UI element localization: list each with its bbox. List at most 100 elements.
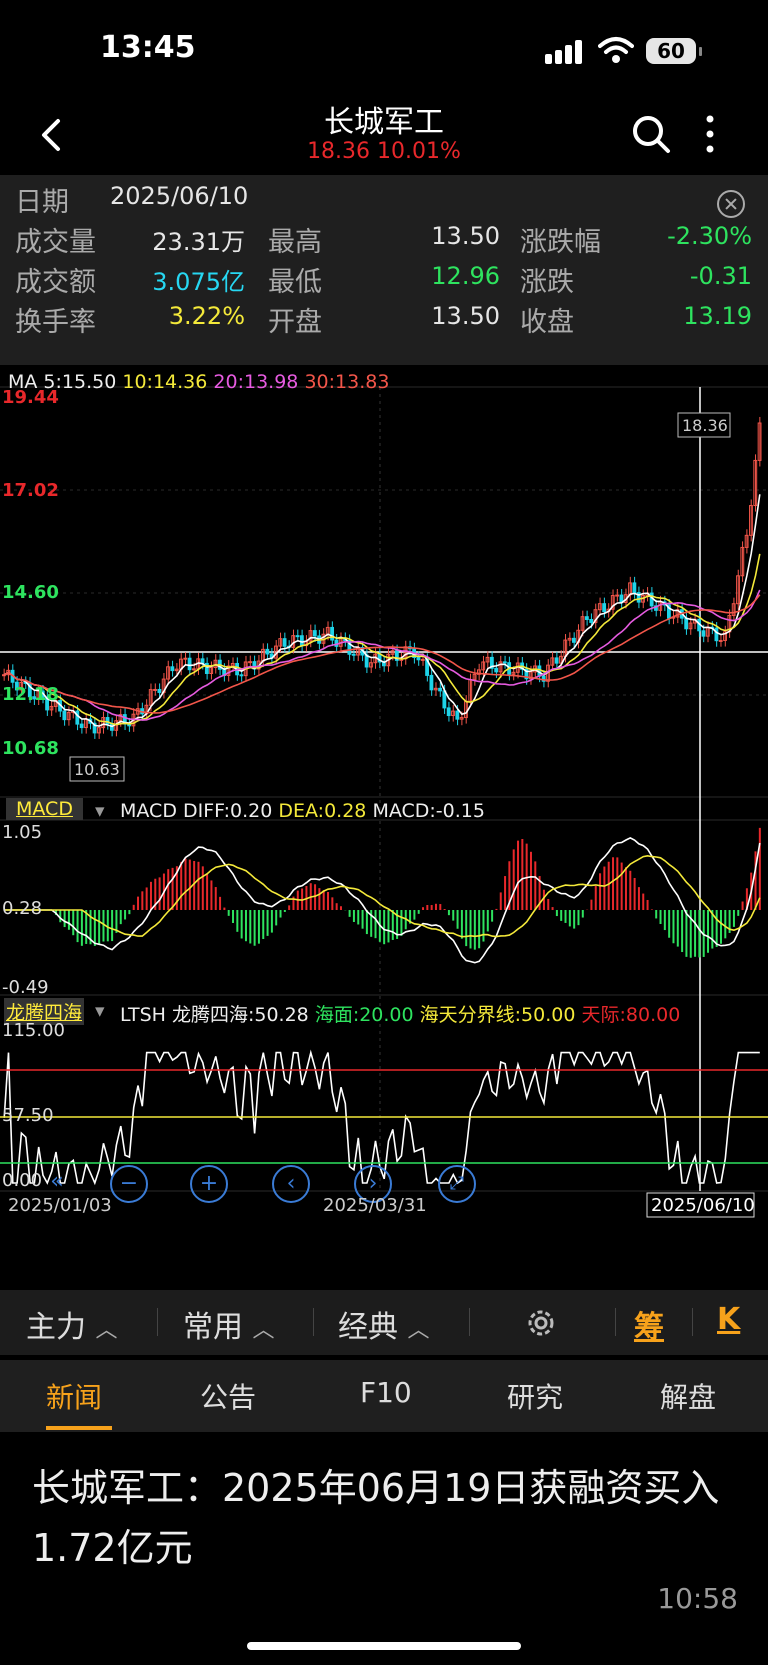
- ltsh-axis-label: 0.00: [2, 1170, 43, 1191]
- moving-average-series: [3, 494, 761, 728]
- candlestick-series: [2, 416, 762, 739]
- chevron-up-icon: ︿: [407, 1318, 430, 1343]
- chou-button[interactable]: 筹: [634, 1302, 664, 1346]
- status-time: 13:45: [100, 30, 196, 65]
- info-value: -0.31: [689, 262, 752, 290]
- news-list: 长城军工：2025年06月19日获融资买入1.72亿元 10:58: [0, 1432, 768, 1665]
- tab-f10[interactable]: F10: [360, 1376, 412, 1409]
- ma-legend: MA 5:15.50 10:14.36 20:13.98 30:13.83: [8, 371, 389, 393]
- candle-body: [684, 617, 689, 630]
- ltsh-legend: LTSH 龙腾四海:50.28 海面:20.00 海天分界线:50.00 天际:…: [120, 1000, 680, 1027]
- macd-axis-label: 0.28: [2, 898, 43, 919]
- ltsh-haimian: 海面:20.00: [314, 1004, 414, 1026]
- info-label: 涨跌: [520, 267, 574, 298]
- news-item-time: 10:58: [657, 1582, 738, 1615]
- macd-value: MACD:-0.15: [372, 800, 485, 822]
- macd-dea: DEA:0.28: [278, 800, 367, 822]
- tab-analysis[interactable]: 解盘: [660, 1376, 716, 1416]
- candle-body: [584, 616, 589, 620]
- divider: [313, 1308, 314, 1336]
- divider: [469, 1308, 470, 1336]
- candle-body: [187, 657, 192, 671]
- zhuli-button[interactable]: 主力 ︿: [26, 1302, 118, 1346]
- price-axis-label: 14.60: [2, 582, 59, 603]
- scroll-left-icon[interactable]: ‹: [272, 1165, 310, 1203]
- candle-body: [589, 618, 594, 623]
- macd-axis-label: 1.05: [2, 822, 43, 843]
- macd-diff: MACD DIFF:0.20: [120, 800, 273, 822]
- ltsh-haitian: 海天分界线:50.00: [419, 1004, 576, 1026]
- tab-news[interactable]: 新闻: [46, 1376, 102, 1416]
- jingdian-button[interactable]: 经典 ︿: [338, 1302, 430, 1346]
- price-axis-label: 19.44: [2, 387, 59, 408]
- info-label: 涨跌幅: [520, 227, 601, 258]
- status-bar: 13:45 60: [0, 0, 768, 100]
- candle-body: [62, 710, 67, 721]
- candle-body: [446, 707, 451, 717]
- last-price-tag: 18.36: [682, 416, 728, 435]
- zoom-in-icon[interactable]: +: [190, 1165, 228, 1203]
- search-icon[interactable]: [630, 113, 672, 155]
- macd-dea-line: [4, 854, 761, 938]
- kline-chart[interactable]: MA 5:15.50 10:14.36 20:13.98 30:13.83 19…: [0, 365, 768, 1290]
- home-indicator: [247, 1642, 521, 1650]
- candle-body: [295, 635, 300, 638]
- info-value: 3.22%: [168, 302, 245, 330]
- tab-research[interactable]: 研究: [507, 1376, 563, 1416]
- fullscreen-icon[interactable]: ⤢: [438, 1165, 476, 1203]
- active-tab-indicator: [46, 1426, 112, 1430]
- x-axis-date: 2025/01/03: [8, 1195, 112, 1216]
- price-axis-label: 12.18: [2, 684, 59, 705]
- jingdian-label: 经典: [338, 1310, 398, 1345]
- k-button[interactable]: K: [717, 1302, 740, 1337]
- candle-body: [183, 657, 188, 660]
- candle-body: [632, 582, 637, 594]
- ltsh-dropdown-icon[interactable]: ▾: [95, 1000, 105, 1022]
- candle-body: [502, 661, 507, 664]
- candle-body: [265, 648, 270, 655]
- macd-series: [4, 827, 761, 964]
- info-value: 12.96: [431, 262, 500, 290]
- nav-bar: 长城军工 18.36 10.01%: [0, 95, 768, 175]
- ltsh-axis-label: 57.50: [2, 1105, 54, 1126]
- macd-axis-label: -0.49: [2, 977, 49, 998]
- info-label: 最高: [268, 227, 322, 258]
- wifi-icon: [598, 37, 634, 63]
- candle-body: [429, 674, 434, 691]
- info-label: 成交量: [15, 227, 96, 258]
- candle-body: [248, 661, 252, 664]
- news-item-title[interactable]: 长城军工：2025年06月19日获融资买入1.72亿元: [32, 1458, 742, 1578]
- ma30-value: 30:13.83: [304, 371, 390, 393]
- candle-body: [455, 710, 460, 720]
- candle-body: [718, 639, 723, 642]
- zoom-out-icon[interactable]: −: [110, 1165, 148, 1203]
- ma10-line: [3, 553, 761, 726]
- close-icon[interactable]: [717, 190, 745, 218]
- price-axis-label: 10.68: [2, 738, 59, 759]
- candle-body: [602, 603, 607, 613]
- macd-dropdown-icon[interactable]: ▾: [95, 800, 105, 822]
- candle-body: [554, 657, 559, 664]
- divider: [615, 1308, 616, 1336]
- info-label: 成交额: [15, 267, 96, 298]
- tab-announcement[interactable]: 公告: [200, 1376, 256, 1416]
- crosshair-date: 2025/06/10: [651, 1195, 755, 1216]
- cellular-signal-icon: [545, 40, 582, 64]
- candle-body: [494, 667, 499, 673]
- zhuli-label: 主力: [26, 1310, 86, 1345]
- candle-body: [701, 630, 706, 637]
- candle-body: [615, 594, 620, 597]
- date-value: 2025/06/10: [110, 182, 249, 210]
- chevron-up-icon: ︿: [95, 1318, 118, 1343]
- quote-info-panel: 日期 2025/06/10 成交量 23.31万 最高 13.50 涨跌幅 -2…: [0, 175, 768, 365]
- changyong-button[interactable]: 常用 ︿: [183, 1302, 275, 1346]
- ltsh-tianji: 天际:80.00: [581, 1004, 681, 1026]
- more-menu-icon[interactable]: [700, 113, 720, 155]
- info-value: 23.31万: [152, 228, 245, 256]
- gear-icon[interactable]: [524, 1306, 558, 1340]
- macd-indicator-tag[interactable]: MACD: [6, 798, 83, 820]
- price-axis-label: 17.02: [2, 480, 59, 501]
- macd-legend: MACD DIFF:0.20 DEA:0.28 MACD:-0.15: [120, 800, 485, 822]
- info-value: -2.30%: [667, 222, 752, 250]
- info-value: 13.50: [431, 222, 500, 250]
